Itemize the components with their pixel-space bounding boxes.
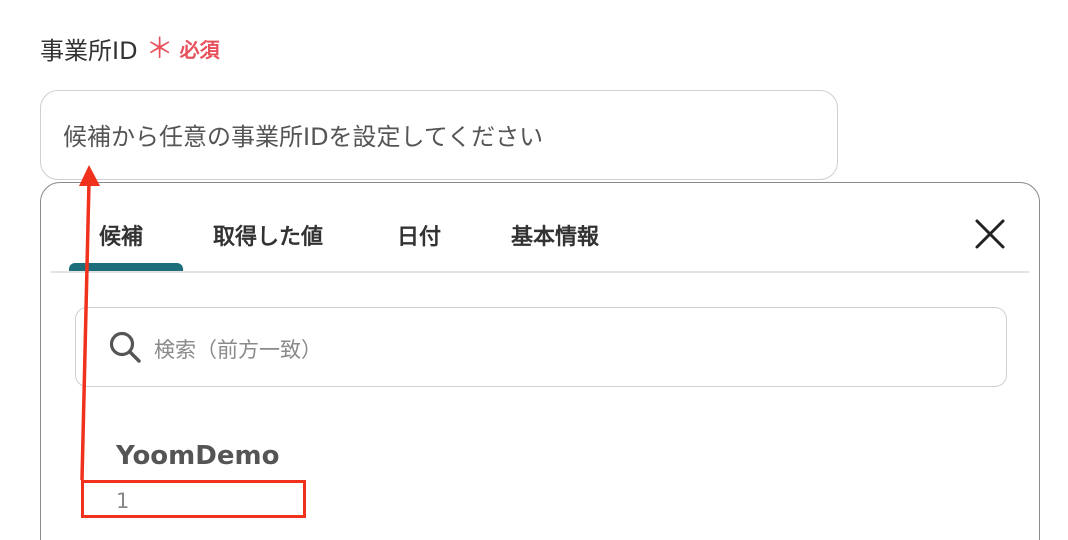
search-input[interactable]: 検索（前方一致） [75,307,1007,387]
annotation-highlight-box [81,480,306,518]
tab-basic-info[interactable]: 基本情報 [511,219,599,251]
active-tab-indicator [69,263,183,271]
tab-divider [51,271,1029,273]
required-text: 必須 [179,38,220,62]
office-id-input-placeholder: 候補から任意の事業所IDを設定してください [63,123,544,151]
close-icon[interactable] [973,217,1007,251]
tab-date[interactable]: 日付 [397,219,441,251]
field-label: 事業所ID ＊ 必須 [40,31,220,66]
search-placeholder: 検索（前方一致） [154,338,322,362]
field-label-text: 事業所ID [40,37,138,65]
office-id-input[interactable]: 候補から任意の事業所IDを設定してください [40,90,838,180]
option-title[interactable]: YoomDemo [116,441,279,471]
page: 事業所ID ＊ 必須 候補から任意の事業所IDを設定してください 候補 取得した… [0,0,1068,540]
required-star-icon: ＊ [145,31,174,65]
search-icon [109,331,141,363]
tab-retrieved-values[interactable]: 取得した値 [213,219,323,251]
tab-candidates[interactable]: 候補 [99,219,143,251]
